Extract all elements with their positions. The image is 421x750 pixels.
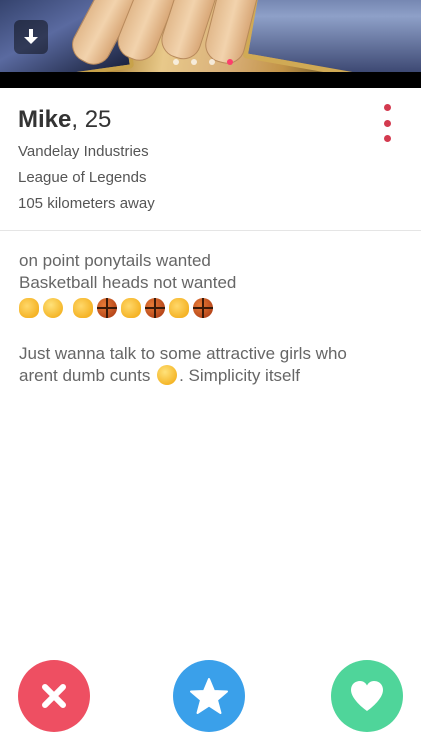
profile-info: Mike, 25 Vandelay Industries League of L…	[0, 88, 421, 230]
bio-para2-line-1: Just wanna talk to some attractive girls…	[19, 344, 347, 363]
ok-hand-icon	[19, 298, 39, 318]
star-icon	[190, 678, 228, 714]
photo-pager	[173, 59, 233, 65]
basketball-icon	[97, 298, 117, 318]
bio-para2-line-2: arent dumb cunts . Simplicity itself	[19, 365, 409, 387]
more-dot	[383, 104, 391, 111]
bio-para2-text-b: . Simplicity itself	[179, 366, 301, 385]
waving-hand-icon	[121, 298, 141, 318]
bio-section: on point ponytails wanted Basketball hea…	[19, 250, 409, 387]
job-text: Vandelay Industries	[18, 143, 149, 160]
profile-photo[interactable]	[0, 0, 421, 88]
school-text: League of Legends	[18, 169, 147, 186]
bio-emoji-row	[19, 295, 409, 321]
name-age: Mike, 25	[18, 106, 111, 134]
like-button[interactable]	[331, 660, 403, 732]
waving-hand-icon	[73, 298, 93, 318]
photo-bottom-bar	[0, 72, 421, 88]
basketball-icon	[193, 298, 213, 318]
distance-text: 105 kilometers away	[18, 195, 155, 212]
more-dot	[383, 119, 391, 127]
pager-dot[interactable]	[209, 59, 215, 65]
bio-paragraph-2: Just wanna talk to some attractive girls…	[19, 343, 409, 387]
bio-line-1: on point ponytails wanted	[19, 251, 211, 270]
download-button[interactable]	[14, 20, 48, 54]
section-divider	[0, 230, 421, 231]
profile-age: , 25	[71, 106, 112, 133]
waving-hand-icon	[169, 298, 189, 318]
profile-name: Mike	[18, 106, 72, 133]
pager-dot[interactable]	[191, 59, 197, 65]
bio-line-2: Basketball heads not wanted	[19, 273, 237, 292]
profile-screen: Mike, 25 Vandelay Industries League of L…	[0, 0, 421, 750]
laughing-face-icon	[43, 298, 63, 318]
more-dot	[383, 135, 391, 142]
nope-button[interactable]	[18, 660, 90, 732]
smiling-face-icon	[157, 365, 178, 385]
bio-para2-text-a: arent dumb cunts	[19, 366, 151, 385]
close-x-icon	[42, 684, 66, 708]
pager-dot-active[interactable]	[227, 59, 233, 65]
heart-icon	[351, 681, 383, 711]
more-options-button[interactable]	[380, 104, 394, 142]
super-like-button[interactable]	[173, 660, 245, 732]
pager-dot[interactable]	[173, 59, 179, 65]
download-arrow-icon	[24, 29, 38, 44]
basketball-icon	[145, 298, 165, 318]
